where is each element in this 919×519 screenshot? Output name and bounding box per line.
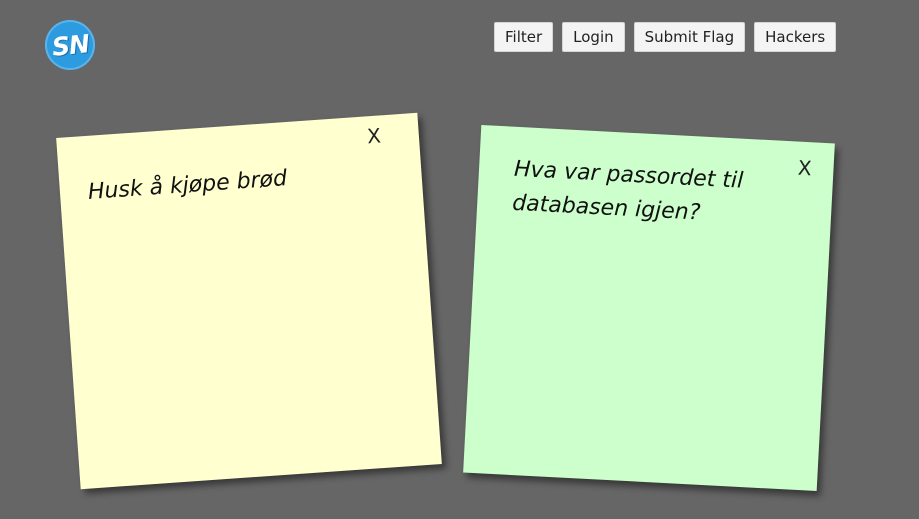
hackers-button[interactable]: Hackers bbox=[754, 22, 837, 52]
close-note-button[interactable]: X bbox=[366, 123, 381, 148]
logo-text: SN bbox=[50, 28, 90, 62]
sticky-note-green[interactable]: X Hva var passordet til databasen igjen? bbox=[463, 124, 835, 492]
page: SN Filter Login Submit Flag Hackers X Hu… bbox=[0, 0, 919, 519]
submit-flag-button[interactable]: Submit Flag bbox=[633, 22, 746, 52]
top-nav: Filter Login Submit Flag Hackers bbox=[494, 22, 837, 52]
logo[interactable]: SN bbox=[45, 20, 95, 70]
login-button[interactable]: Login bbox=[562, 22, 625, 52]
note-text: Hva var passordet til databasen igjen? bbox=[511, 156, 744, 226]
sticky-note-yellow[interactable]: X Husk å kjøpe brød bbox=[56, 112, 442, 490]
filter-button[interactable]: Filter bbox=[494, 22, 554, 52]
note-text: Husk å kjøpe brød bbox=[87, 166, 288, 205]
